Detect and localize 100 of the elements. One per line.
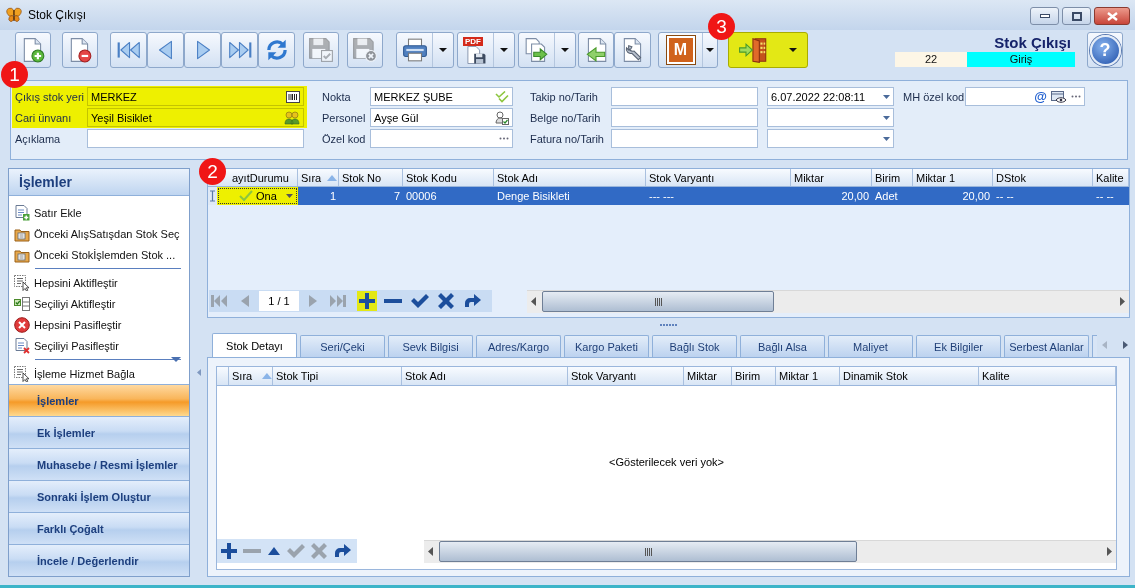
tab[interactable]: Sevk Bilgisi [388, 335, 473, 357]
first-record-button[interactable] [110, 32, 147, 68]
last-record-button[interactable] [221, 32, 258, 68]
import-button[interactable] [578, 32, 614, 68]
section-button[interactable]: Sonraki İşlem Oluştur [9, 480, 189, 512]
add-row-button[interactable] [219, 541, 239, 561]
column-header[interactable]: Miktar 1 [913, 169, 993, 186]
table-row[interactable]: Ona 1 7 00006 Denge Bisikleti --- --- 20,00 Adet 20,00 -- -- -- -- [208, 187, 1129, 205]
scroll-left-icon[interactable] [531, 297, 536, 306]
check-icon [287, 544, 305, 558]
status-dropdown[interactable]: Ona [217, 187, 298, 205]
column-header[interactable]: Sıra [229, 367, 273, 385]
table-cell-text: Denge Bisikleti [496, 189, 571, 204]
tab-scroll-right-icon[interactable] [1123, 341, 1128, 349]
input-field[interactable] [611, 108, 758, 127]
column-header[interactable]: Miktar 1 [776, 367, 840, 385]
input-field[interactable] [370, 129, 513, 148]
column-header[interactable]: Stok No [339, 169, 403, 186]
scroll-thumb[interactable] [542, 291, 774, 312]
section-button[interactable]: Farklı Çoğalt [9, 512, 189, 544]
column-header[interactable]: Miktar [684, 367, 732, 385]
column-header[interactable]: Miktar [791, 169, 872, 186]
collapse-arrow-icon[interactable] [196, 369, 201, 376]
double-check-icon [495, 90, 509, 103]
cancel-button[interactable] [436, 291, 456, 311]
scroll-thumb[interactable] [439, 541, 857, 562]
column-header[interactable]: Dinamik Stok [840, 367, 979, 385]
section-button[interactable]: İşlemler [9, 384, 189, 416]
column-header[interactable]: Birim [732, 367, 776, 385]
action-item[interactable]: Önceki AlışSatışdan Stok Seç [9, 223, 189, 244]
table-cell-text: Adet [874, 189, 899, 204]
section-button[interactable]: İncele / Değerlendir [9, 544, 189, 576]
refresh-button[interactable] [258, 32, 295, 68]
tab[interactable]: Adres/Kargo [476, 335, 561, 357]
module-button[interactable]: M [658, 32, 718, 68]
exit-button[interactable] [728, 32, 808, 68]
tools-button[interactable] [614, 32, 651, 68]
tab[interactable]: Serbest Alanlar [1004, 335, 1089, 357]
column-header[interactable]: Stok Adı [402, 367, 568, 385]
column-header[interactable]: Stok Varyantı [646, 169, 791, 186]
input-field[interactable]: MERKEZ [87, 87, 304, 106]
document-arrow-icon [583, 37, 609, 63]
date-field[interactable]: 6.07.2022 22:08:11 [767, 87, 894, 106]
tab[interactable]: Kargo Paketi [564, 335, 649, 357]
column-header[interactable]: DStok [993, 169, 1093, 186]
date-field[interactable] [767, 108, 894, 127]
section-button[interactable]: Muhasebe / Resmi İşlemler [9, 448, 189, 480]
input-field[interactable] [87, 129, 304, 148]
section-button[interactable]: Ek İşlemler [9, 416, 189, 448]
column-header[interactable]: Kalite [979, 367, 1116, 385]
new-button[interactable] [15, 32, 51, 68]
action-item[interactable]: İşleme Hizmet Bağla [9, 363, 189, 384]
maximize-button[interactable] [1062, 7, 1091, 25]
column-header[interactable]: ayıtDurumu [229, 169, 298, 186]
input-field[interactable] [611, 129, 758, 148]
tab[interactable]: Maliyet [828, 335, 913, 357]
transfer-button[interactable] [518, 32, 576, 68]
input-field[interactable]: MERKEZ ŞUBE [370, 87, 513, 106]
input-field[interactable] [611, 87, 758, 106]
column-header[interactable]: Sıra [298, 169, 339, 186]
skip-first-icon [211, 294, 227, 308]
column-header[interactable]: Stok Adı [494, 169, 646, 186]
tab[interactable]: Bağlı Stok [652, 335, 737, 357]
input-field[interactable]: Yeşil Bisiklet [87, 108, 304, 127]
action-item[interactable]: Hepsini Aktifleştir [9, 272, 189, 293]
previous-record-button[interactable] [147, 32, 184, 68]
column-header[interactable]: Stok Kodu [403, 169, 494, 186]
empty-message: <Gösterilecek veri yok> [609, 456, 724, 468]
scroll-left-icon[interactable] [428, 547, 433, 556]
scroll-right-icon[interactable] [1120, 297, 1125, 306]
tab[interactable]: Bağlı Alsa [740, 335, 825, 357]
close-button[interactable] [1094, 7, 1130, 25]
input-field[interactable]: @ [965, 87, 1085, 106]
at-sign-button[interactable]: @ [1034, 89, 1047, 104]
tab[interactable]: Seri/Çeki [300, 335, 385, 357]
action-item[interactable]: Satır Ekle [9, 202, 189, 223]
print-button[interactable] [396, 32, 454, 68]
next-record-button[interactable] [184, 32, 221, 68]
pdf-export-button[interactable]: PDF [457, 32, 515, 68]
column-header[interactable]: Stok Tipi [273, 367, 402, 385]
date-field[interactable] [767, 129, 894, 148]
column-header[interactable]: Kalite [1093, 169, 1129, 186]
column-header[interactable]: Stok Varyantı [568, 367, 684, 385]
confirm-button[interactable] [409, 291, 431, 311]
add-row-button[interactable] [357, 291, 377, 311]
action-item[interactable]: Önceki Stokİşlemden Stok ... [9, 244, 189, 265]
input-field[interactable]: Ayşe Gül [370, 108, 513, 127]
tab[interactable]: Ek Bilgiler [916, 335, 1001, 357]
delete-button[interactable] [62, 32, 98, 68]
column-header[interactable]: Birim [872, 169, 913, 186]
minimize-icon [1039, 14, 1050, 18]
card-eye-icon [1051, 90, 1067, 103]
action-item[interactable]: Hepsini Pasifleştir [9, 314, 189, 335]
action-item[interactable]: Seçiliyi Aktifleştir [9, 293, 189, 314]
action-item[interactable]: Seçiliyi Pasifleştir [9, 335, 189, 356]
scroll-right-icon[interactable] [1107, 547, 1112, 556]
minimize-button[interactable] [1030, 7, 1059, 25]
tab[interactable]: Stok Detayı [212, 333, 297, 357]
dropdown-arrow-icon [883, 136, 890, 141]
people-icon [284, 110, 300, 125]
